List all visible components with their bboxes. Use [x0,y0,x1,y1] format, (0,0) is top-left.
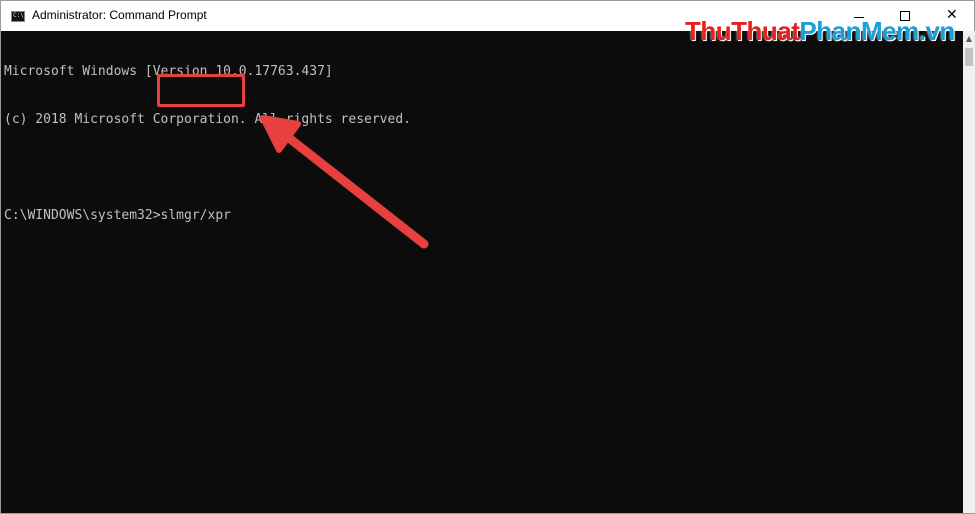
scroll-thumb[interactable] [965,48,973,66]
vertical-scrollbar[interactable]: ▲ [963,31,975,513]
arrow-icon [260,115,429,249]
scroll-up-icon[interactable]: ▲ [963,31,975,47]
command-prompt-window: C:\ Administrator: Command Prompt ✕ ThuT… [0,0,975,514]
watermark-logo: ThuThuatPhanMem.vn [685,16,955,46]
